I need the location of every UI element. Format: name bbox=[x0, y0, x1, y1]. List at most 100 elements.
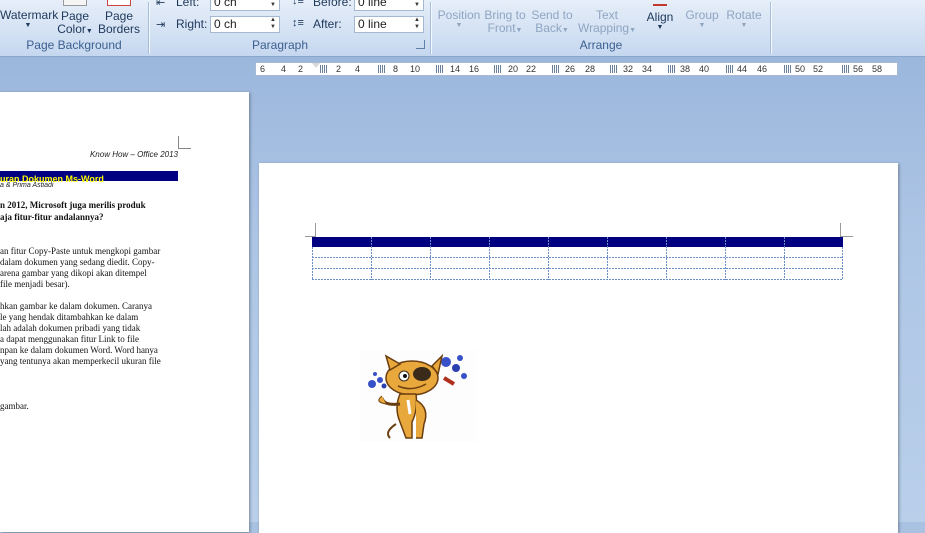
spacing-after-input[interactable]: 0 line ▲ ▼ bbox=[354, 16, 424, 33]
ruler-tick-label: 20 bbox=[508, 64, 519, 74]
ruler-tick-label: 16 bbox=[469, 64, 480, 74]
paragraph-2: hkan gambar ke dalam dokumen. Caranya le… bbox=[0, 301, 161, 367]
rotate-label: Rotate bbox=[726, 8, 762, 22]
ruler-tick-label: 40 bbox=[699, 64, 710, 74]
document-title-bar: uran Dokumen Ms-Word bbox=[0, 171, 178, 184]
ruler-tick-label: 10 bbox=[410, 64, 421, 74]
chevron-down-icon: ▼ bbox=[740, 22, 748, 29]
body-line: dalam dokumen yang sedang diedit. Copy- bbox=[0, 257, 155, 267]
body-line: npan ke dalam dokumen Word. Word hanya bbox=[0, 345, 158, 355]
spin-arrows-icon[interactable]: ▲▼ bbox=[411, 0, 423, 10]
chevron-down-icon: ▼ bbox=[24, 22, 32, 29]
page-header-text: Know How – Office 2013 bbox=[89, 150, 178, 159]
ruler-column-marker[interactable] bbox=[378, 65, 385, 73]
watermark-button[interactable]: Watermark ▼ bbox=[0, 8, 59, 30]
body-line: hkan gambar ke dalam dokumen. Caranya bbox=[0, 301, 152, 311]
group-separator bbox=[430, 2, 431, 54]
spacing-before-input[interactable]: 0 line ▲▼ bbox=[354, 0, 424, 11]
ruler-tick-label: 14 bbox=[450, 64, 461, 74]
ruler-tick-label: 22 bbox=[526, 64, 537, 74]
indent-left-input[interactable]: 0 ch ▲▼ bbox=[210, 0, 280, 11]
watermark-label: Watermark bbox=[0, 8, 59, 22]
ruler-column-marker[interactable] bbox=[552, 65, 559, 73]
body-line: file menjadi besar). bbox=[0, 279, 70, 289]
arrange-group: Position ▼ Bring to Front▼ Send to Back▼… bbox=[432, 0, 770, 56]
ruler-tick-label: 52 bbox=[813, 64, 824, 74]
ruler-tick-label: 2 bbox=[336, 64, 342, 74]
spacing-after-label: After: bbox=[313, 17, 342, 31]
rotate-button[interactable]: Rotate ▼ bbox=[722, 9, 766, 30]
bring-to-front-label-2: Front▼ bbox=[487, 21, 523, 35]
body-line: yang tentunya akan memperkecil ukuran fi… bbox=[0, 356, 161, 366]
spacing-before-label: Before: bbox=[313, 0, 352, 9]
current-page[interactable] bbox=[259, 163, 898, 533]
spin-arrows-icon[interactable]: ▲▼ bbox=[267, 0, 279, 10]
margin-corner-marker bbox=[840, 223, 853, 237]
body-line: an fitur Copy-Paste untuk mengkopi gamba… bbox=[0, 246, 161, 256]
spacing-after-icon: ↕≡ bbox=[292, 17, 304, 29]
align-label: Align bbox=[646, 10, 674, 24]
arrange-group-label: Arrange bbox=[579, 38, 623, 52]
left-page[interactable]: Know How – Office 2013 uran Dokumen Ms-W… bbox=[0, 92, 249, 532]
send-to-back-button[interactable]: Send to Back▼ bbox=[529, 9, 575, 37]
spacing-before-value: 0 line bbox=[358, 0, 387, 9]
ruler-column-marker[interactable] bbox=[842, 65, 849, 73]
chevron-down-icon: ▼ bbox=[698, 22, 706, 29]
text-wrapping-button[interactable]: Text Wrapping▼ bbox=[574, 9, 640, 37]
spacing-after-value: 0 line bbox=[358, 17, 387, 31]
body-line: lah adalah dokumen pribadi yang tidak bbox=[0, 323, 141, 333]
page-color-icon bbox=[63, 0, 87, 6]
margin-corner-marker bbox=[178, 136, 191, 149]
table-grid bbox=[312, 237, 843, 280]
ruler-tick-label: 6 bbox=[260, 64, 266, 74]
paragraph-group-label: Paragraph bbox=[251, 38, 309, 52]
align-icon bbox=[653, 0, 667, 6]
page-borders-button[interactable]: Page Borders bbox=[96, 0, 142, 36]
indent-left-value: 0 ch bbox=[214, 0, 237, 9]
ruler-column-marker[interactable] bbox=[320, 65, 327, 73]
ruler-tick-label: 4 bbox=[355, 64, 361, 74]
page-borders-label-2: Borders bbox=[97, 22, 141, 36]
position-label: Position bbox=[437, 8, 481, 22]
indent-left-label: Left: bbox=[176, 0, 200, 9]
ruler-column-marker[interactable] bbox=[436, 65, 443, 73]
group-button[interactable]: Group ▼ bbox=[680, 9, 724, 30]
question-line: aja fitur-fitur andalannya? bbox=[0, 212, 104, 222]
bring-to-front-button[interactable]: Bring to Front▼ bbox=[482, 9, 528, 37]
ruler-column-marker[interactable] bbox=[494, 65, 501, 73]
indent-marker-icon[interactable] bbox=[312, 63, 320, 76]
ruler-tick-label: 50 bbox=[795, 64, 806, 74]
dialog-launcher-icon[interactable] bbox=[416, 40, 425, 49]
ruler-column-marker[interactable] bbox=[668, 65, 675, 73]
ruler-tick-label: 58 bbox=[872, 64, 883, 74]
indent-right-input[interactable]: 0 ch ▲ ▼ bbox=[210, 16, 280, 33]
ruler-column-marker[interactable] bbox=[726, 65, 733, 73]
ruler-tick-label: 28 bbox=[585, 64, 596, 74]
ruler-tick-label: 44 bbox=[737, 64, 748, 74]
group-separator bbox=[770, 2, 771, 54]
ruler-tick-label: 34 bbox=[642, 64, 653, 74]
text-wrapping-label-2: Wrapping▼ bbox=[577, 21, 637, 35]
spin-arrows-icon[interactable]: ▲▼ bbox=[411, 17, 423, 32]
align-button[interactable]: Align ▼ bbox=[640, 0, 680, 32]
group-separator bbox=[148, 2, 149, 54]
paragraph-group: ⇤ Left: 0 ch ▲▼ ⇥ Right: 0 ch ▲▼ ↕≡ Befo… bbox=[150, 0, 428, 56]
page-borders-icon bbox=[107, 0, 131, 6]
document-table[interactable] bbox=[312, 237, 843, 280]
author-line: a & Prima Astiadi bbox=[0, 182, 54, 189]
spin-arrows-icon[interactable]: ▲▼ bbox=[267, 17, 279, 32]
page-color-button[interactable]: Page Color▼ bbox=[56, 0, 94, 38]
ruler-tick-label: 46 bbox=[757, 64, 768, 74]
question-line: n 2012, Microsoft juga merilis produk bbox=[0, 200, 146, 210]
body-line: arena gambar yang dikopi akan ditempel bbox=[0, 268, 147, 278]
horizontal-ruler[interactable]: 6 4 2 2 4 8 10 14 16 20 22 26 28 32 34 38 40 44 46 50 52 56 58 bbox=[255, 62, 898, 76]
ruler-column-marker[interactable] bbox=[610, 65, 617, 73]
ruler-tick-label: 32 bbox=[623, 64, 634, 74]
body-line: a dapat menggunakan fitur Link to file bbox=[0, 334, 139, 344]
margin-corner-marker bbox=[305, 223, 316, 237]
cat-clipart-image[interactable] bbox=[360, 350, 476, 442]
send-to-back-label-2: Back▼ bbox=[535, 21, 569, 35]
ruler-column-marker[interactable] bbox=[784, 65, 791, 73]
page-color-label-2: Color▼ bbox=[57, 22, 93, 36]
position-button[interactable]: Position ▼ bbox=[434, 9, 484, 30]
